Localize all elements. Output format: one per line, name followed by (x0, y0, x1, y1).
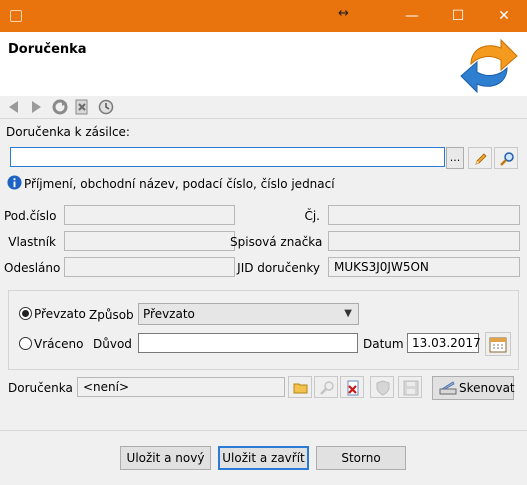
delete-page-icon[interactable] (74, 99, 90, 115)
calendar-button[interactable] (485, 332, 511, 356)
vraceno-radio[interactable] (19, 337, 32, 350)
duvod-label: Důvod (93, 337, 132, 351)
page-title: Doručenka (8, 42, 87, 57)
shield-icon (376, 380, 390, 396)
duvod-input[interactable] (138, 333, 358, 353)
zpusob-label: Způsob (89, 308, 134, 322)
toolbar (0, 96, 527, 118)
zpusob-value: Převzato (143, 307, 195, 321)
save-new-button[interactable]: Uložit a nový (120, 446, 211, 470)
info-icon (7, 175, 22, 190)
app-icon (10, 10, 22, 22)
minimize-button[interactable]: — (389, 0, 435, 32)
open-folder-button[interactable] (288, 376, 312, 398)
refresh-icon[interactable] (52, 99, 68, 115)
document-label: Doručenka (8, 381, 73, 395)
cj-field (328, 205, 520, 225)
scanner-icon (439, 381, 457, 395)
shield-button[interactable] (370, 376, 394, 398)
save-close-button[interactable]: Uložit a zavřít (218, 446, 309, 470)
maximize-button[interactable]: ☐ (435, 0, 481, 32)
title-bar: ↔ — ☐ ✕ (0, 0, 527, 32)
jid-label: JID doručenky (237, 261, 320, 275)
podcislo-field (64, 205, 235, 225)
save-document-button[interactable] (398, 376, 422, 398)
toolbar-separator (0, 118, 527, 119)
search-input[interactable] (10, 147, 445, 167)
delete-document-button[interactable] (340, 376, 364, 398)
header: Doručenka (0, 32, 527, 96)
cancel-button[interactable]: Storno (316, 446, 406, 470)
prevzato-label[interactable]: Převzato (34, 307, 86, 321)
status-group (8, 290, 519, 370)
search-button[interactable] (494, 147, 518, 169)
calendar-icon (489, 337, 507, 353)
folder-icon (293, 383, 308, 394)
spisova-znacka-field (328, 231, 520, 251)
scan-button-label: Skenovat (459, 381, 515, 395)
delete-icon (347, 380, 359, 396)
magnifier-icon (500, 152, 514, 166)
edit-button[interactable] (468, 147, 492, 169)
scan-button[interactable]: Skenovat (432, 376, 515, 400)
resize-icon: ↔ (338, 6, 349, 21)
datum-label: Datum (363, 337, 404, 351)
forward-arrow-icon[interactable] (28, 99, 44, 115)
odeslano-field (64, 257, 235, 277)
footer-separator (0, 430, 527, 431)
vlastnik-label: Vlastník (8, 235, 56, 249)
podcislo-label: Pod.číslo (4, 209, 57, 223)
search-hint: Příjmení, obchodní název, podací číslo, … (24, 177, 335, 191)
pencil-icon (475, 153, 487, 165)
odeslano-label: Odesláno (4, 261, 61, 275)
document-search-button[interactable] (314, 376, 338, 398)
document-field: <není> (77, 377, 285, 397)
floppy-icon (403, 380, 419, 396)
back-arrow-icon[interactable] (6, 99, 22, 115)
chevron-down-icon: ▼ (344, 308, 352, 319)
zpusob-select[interactable]: Převzato ▼ (138, 303, 359, 325)
magnifier-icon (320, 381, 334, 395)
close-button[interactable]: ✕ (481, 0, 527, 32)
browse-button[interactable]: ... (446, 147, 464, 169)
spisova-znacka-label: Spisová značka (230, 235, 323, 249)
sync-arrows-logo-icon (460, 38, 518, 94)
vraceno-label[interactable]: Vráceno (34, 337, 83, 351)
history-icon[interactable] (98, 99, 114, 115)
search-label: Doručenka k zásilce: (6, 125, 130, 139)
datum-input[interactable]: 13.03.2017 (407, 333, 481, 353)
jid-field: MUKS3J0JW5ON (328, 257, 520, 277)
cj-label: Čj. (304, 209, 320, 223)
vlastnik-field (64, 231, 235, 251)
prevzato-radio[interactable] (19, 307, 32, 320)
